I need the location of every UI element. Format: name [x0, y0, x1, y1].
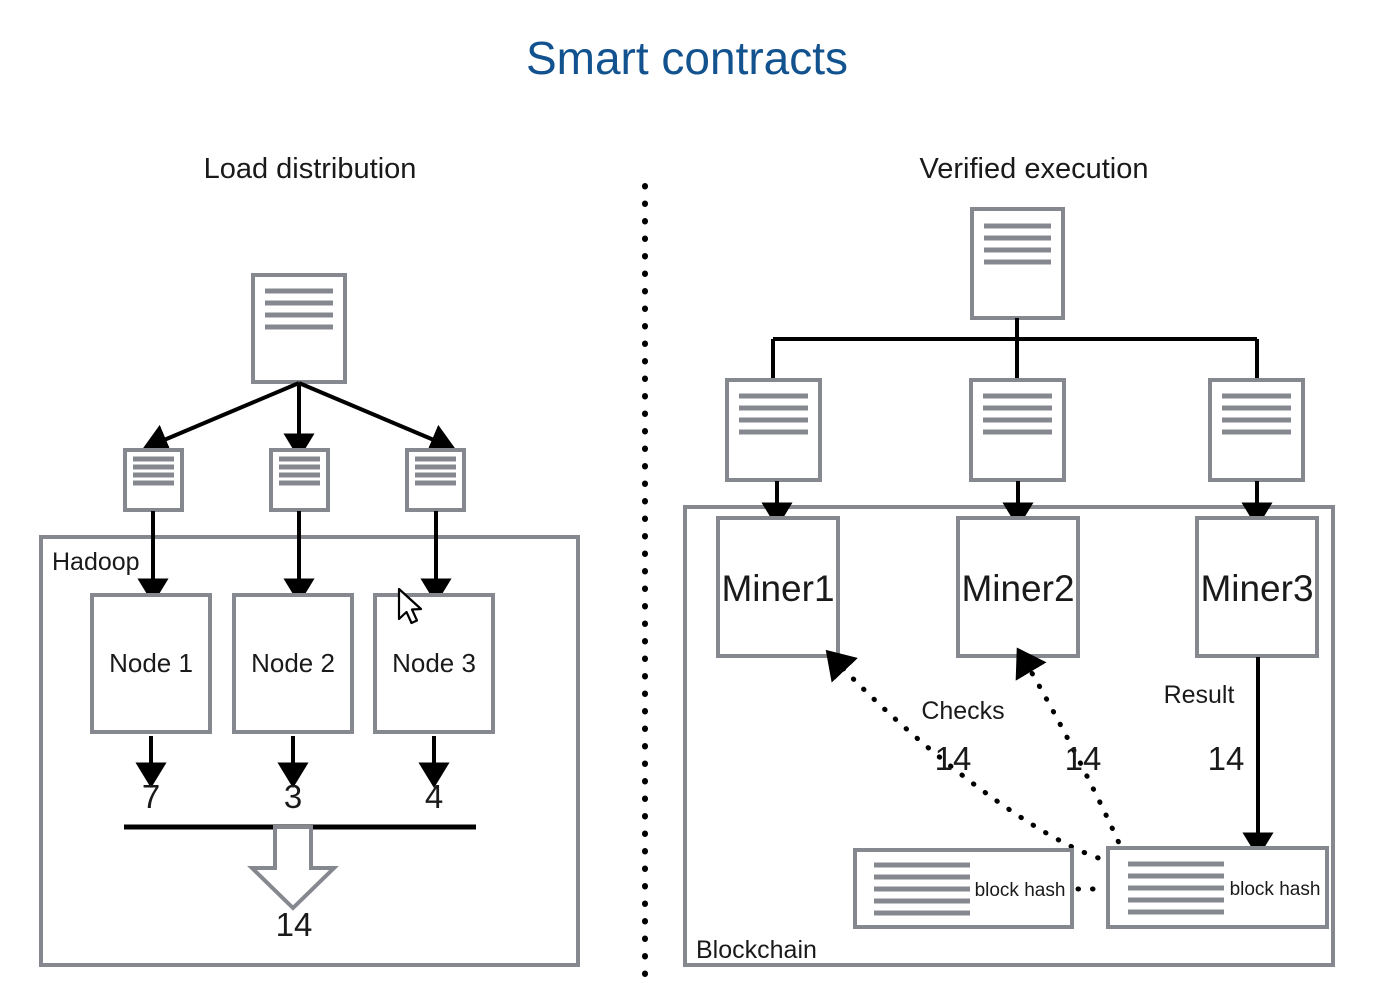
right-task-document-icon-1	[725, 378, 822, 482]
node-label-3: Node 3	[392, 648, 476, 678]
right-source-document-icon	[970, 207, 1065, 320]
node-label-1: Node 1	[109, 648, 193, 678]
left-panel-heading: Load distribution	[204, 153, 417, 185]
node-value-2: 3	[284, 778, 302, 815]
page-title: Smart contracts	[526, 32, 848, 84]
block-hash-label-1: block hash	[975, 880, 1066, 901]
check-value-2: 14	[1065, 740, 1102, 777]
result-value: 14	[1208, 740, 1245, 777]
blockchain-label: Blockchain	[696, 936, 817, 964]
left-task-document-icon-1	[123, 448, 184, 512]
right-task-document-icon-2	[969, 378, 1066, 482]
edge-source-to-task-1	[142, 381, 300, 454]
block-hash-label-2: block hash	[1230, 879, 1321, 900]
aggregate-arrow-icon	[247, 825, 339, 911]
slide-canvas: Smart contracts Load distribution Hadoop…	[0, 0, 1374, 994]
edge-source-to-task-3	[298, 381, 456, 454]
node-value-1: 7	[142, 778, 160, 815]
node-label-2: Node 2	[251, 648, 335, 678]
sum-value: 14	[276, 906, 313, 943]
right-task-document-icon-3	[1208, 378, 1305, 482]
left-task-document-icon-3	[405, 448, 466, 512]
check-value-1: 14	[935, 740, 972, 777]
result-label: Result	[1164, 681, 1235, 709]
miner-label-2: Miner2	[961, 568, 1074, 609]
checks-label: Checks	[921, 697, 1004, 725]
left-source-document-icon	[251, 273, 347, 384]
left-task-document-icon-2	[269, 448, 330, 512]
right-panel-heading: Verified execution	[920, 153, 1149, 185]
block-hash-box-2[interactable]: block hash	[1106, 846, 1329, 929]
miner-label-1: Miner1	[721, 568, 834, 609]
block-hash-box-1[interactable]: block hash	[853, 848, 1074, 929]
miner-label-3: Miner3	[1200, 568, 1313, 609]
node-value-3: 4	[425, 778, 443, 815]
hadoop-label: Hadoop	[52, 548, 140, 576]
